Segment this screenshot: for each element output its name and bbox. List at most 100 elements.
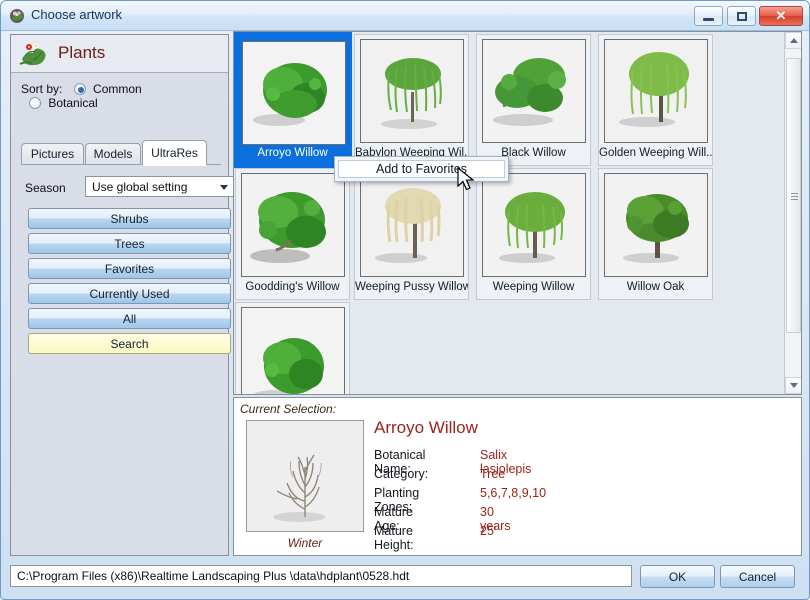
- tab-pictures[interactable]: Pictures: [21, 143, 84, 164]
- winter-bare-plant-image: [247, 421, 363, 531]
- category-button-currently-used-label: Currently Used: [89, 286, 170, 301]
- artwork-tile-partial[interactable]: [235, 302, 350, 394]
- artwork-thumbnail: [241, 307, 345, 394]
- artwork-tile-weeping-pussy-willow[interactable]: Weeping Pussy Willow: [354, 168, 469, 300]
- search-button-label: Search: [110, 336, 149, 351]
- chevron-down-icon: [220, 185, 228, 190]
- artwork-tile-arroyo-willow[interactable]: Arroyo Willow: [234, 32, 352, 168]
- artwork-tile-label: Weeping Pussy Willow: [355, 281, 468, 293]
- bushy-shrub-image: [242, 308, 344, 394]
- season-caption: Winter: [287, 536, 323, 550]
- plant-name: Arroyo Willow: [374, 418, 478, 437]
- maximize-button[interactable]: [727, 6, 756, 26]
- bushy-shrub-image: [243, 42, 345, 144]
- file-path-text: C:\Program Files (x86)\Realtime Landscap…: [17, 569, 410, 583]
- radio-common-indicator: [73, 83, 86, 95]
- artwork-tile-babylon-weeping-willow[interactable]: Babylon Weeping Wil...: [354, 34, 469, 166]
- artwork-thumbnail: [360, 173, 464, 277]
- category-button-currently-used[interactable]: Currently Used: [28, 283, 231, 304]
- radio-botanical-indicator: [29, 97, 41, 109]
- artwork-tile-label: Goodding's Willow: [245, 281, 340, 293]
- search-button[interactable]: Search: [28, 333, 231, 354]
- artwork-tile-label: Weeping Willow: [492, 281, 575, 293]
- title-bar: Choose artwork ✕: [1, 1, 809, 31]
- minimize-button[interactable]: [694, 6, 723, 26]
- file-path-field[interactable]: C:\Program Files (x86)\Realtime Landscap…: [10, 565, 632, 587]
- artwork-tile-label: Arroyo Willow: [257, 147, 328, 159]
- artwork-tile-golden-weeping-willow[interactable]: Golden Weeping Will...: [598, 34, 713, 166]
- artwork-thumbnail: [604, 173, 708, 277]
- sidebar-header: Plants: [11, 35, 228, 73]
- artwork-thumbnail: [242, 41, 346, 145]
- scrollbar-grip-icon: [791, 193, 798, 200]
- artwork-thumbnail: [241, 173, 345, 277]
- tab-ultrares-label: UltraRes: [151, 146, 198, 160]
- detail-value: 25': [480, 524, 497, 538]
- radio-botanical-label: Botanical: [48, 96, 98, 110]
- window-title: Choose artwork: [31, 7, 123, 22]
- close-icon: ✕: [775, 8, 787, 23]
- weeping-tall-tree-image: [605, 40, 707, 142]
- cancel-button-label: Cancel: [738, 569, 777, 584]
- sidebar-title: Plants: [58, 43, 106, 62]
- context-menu-item-add-to-favorites[interactable]: Add to Favorites: [338, 160, 505, 178]
- season-preview-thumbnail: [246, 420, 364, 532]
- cancel-button[interactable]: Cancel: [720, 565, 795, 588]
- radio-botanical[interactable]: Botanical: [29, 96, 98, 110]
- weeping-pale-tree-image: [361, 174, 463, 276]
- category-button-all[interactable]: All: [28, 308, 231, 329]
- tab-bar: Pictures Models UltraRes: [21, 140, 221, 166]
- artwork-tile-label: Golden Weeping Will...: [599, 147, 712, 159]
- artwork-tile-weeping-willow[interactable]: Weeping Willow: [476, 168, 591, 300]
- category-button-trees-label: Trees: [114, 236, 145, 251]
- artwork-thumbnail: [604, 39, 708, 143]
- sort-by-label: Sort by:: [21, 82, 63, 96]
- artwork-grid-panel: Arroyo Willow Babylon Weeping Wil... Bla…: [233, 31, 802, 395]
- detail-key: Mature Height:: [374, 524, 414, 552]
- radio-common-label: Common: [93, 82, 142, 96]
- choose-artwork-dialog: Choose artwork ✕ Plants Sort by: Common …: [0, 0, 810, 600]
- scrollbar-thumb[interactable]: [786, 58, 801, 333]
- current-selection-panel: Current Selection: Winter Arroyo Willow …: [233, 397, 802, 556]
- context-menu: Add to Favorites: [334, 156, 509, 182]
- close-button[interactable]: ✕: [759, 6, 803, 26]
- grid-vertical-scrollbar[interactable]: [784, 32, 801, 394]
- current-selection-label: Current Selection:: [240, 402, 337, 416]
- mouse-cursor-icon: [457, 167, 475, 191]
- category-button-trees[interactable]: Trees: [28, 233, 231, 254]
- maximize-icon: [728, 7, 755, 25]
- season-value: Use global setting: [92, 179, 188, 194]
- artwork-tile-willow-oak[interactable]: Willow Oak: [598, 168, 713, 300]
- left-sidebar: Plants Sort by: Common Botanical Picture…: [10, 34, 237, 556]
- artwork-tile-gooddings-willow[interactable]: Goodding's Willow: [235, 168, 350, 300]
- category-button-shrubs[interactable]: Shrubs: [28, 208, 231, 229]
- tab-models[interactable]: Models: [85, 143, 141, 164]
- category-button-all-label: All: [122, 311, 137, 326]
- artwork-tile-black-willow[interactable]: Black Willow: [476, 34, 591, 166]
- weeping-tree-image: [361, 40, 463, 142]
- artwork-grid: Arroyo Willow Babylon Weeping Wil... Bla…: [234, 32, 785, 394]
- plant-flower-icon: [10, 9, 24, 23]
- category-button-favorites[interactable]: Favorites: [28, 258, 231, 279]
- bushy-tree-image: [242, 174, 344, 276]
- ok-button-label: OK: [668, 569, 687, 584]
- detail-value: 5,6,7,8,9,10: [480, 486, 547, 500]
- category-button-shrubs-label: Shrubs: [110, 211, 149, 226]
- season-label: Season: [25, 181, 66, 195]
- tab-ultrares[interactable]: UltraRes: [142, 140, 207, 165]
- artwork-thumbnail: [360, 39, 464, 143]
- radio-common[interactable]: Common: [73, 82, 142, 96]
- minimize-icon: [695, 7, 722, 25]
- scroll-up-arrow-icon[interactable]: [785, 32, 801, 49]
- artwork-tile-label: Willow Oak: [626, 281, 685, 293]
- round-tree-image: [605, 174, 707, 276]
- ok-button[interactable]: OK: [640, 565, 715, 588]
- weeping-tree-image: [483, 174, 585, 276]
- sort-by-row: Sort by: Common Botanical: [21, 82, 221, 110]
- artwork-thumbnail: [482, 173, 586, 277]
- context-menu-item-label: Add to Favorites: [375, 162, 467, 176]
- scroll-down-arrow-icon[interactable]: [785, 377, 801, 394]
- detail-key: Category:: [374, 467, 429, 481]
- season-dropdown[interactable]: Use global setting: [85, 176, 237, 197]
- plant-leaves-flower-icon: [19, 43, 46, 66]
